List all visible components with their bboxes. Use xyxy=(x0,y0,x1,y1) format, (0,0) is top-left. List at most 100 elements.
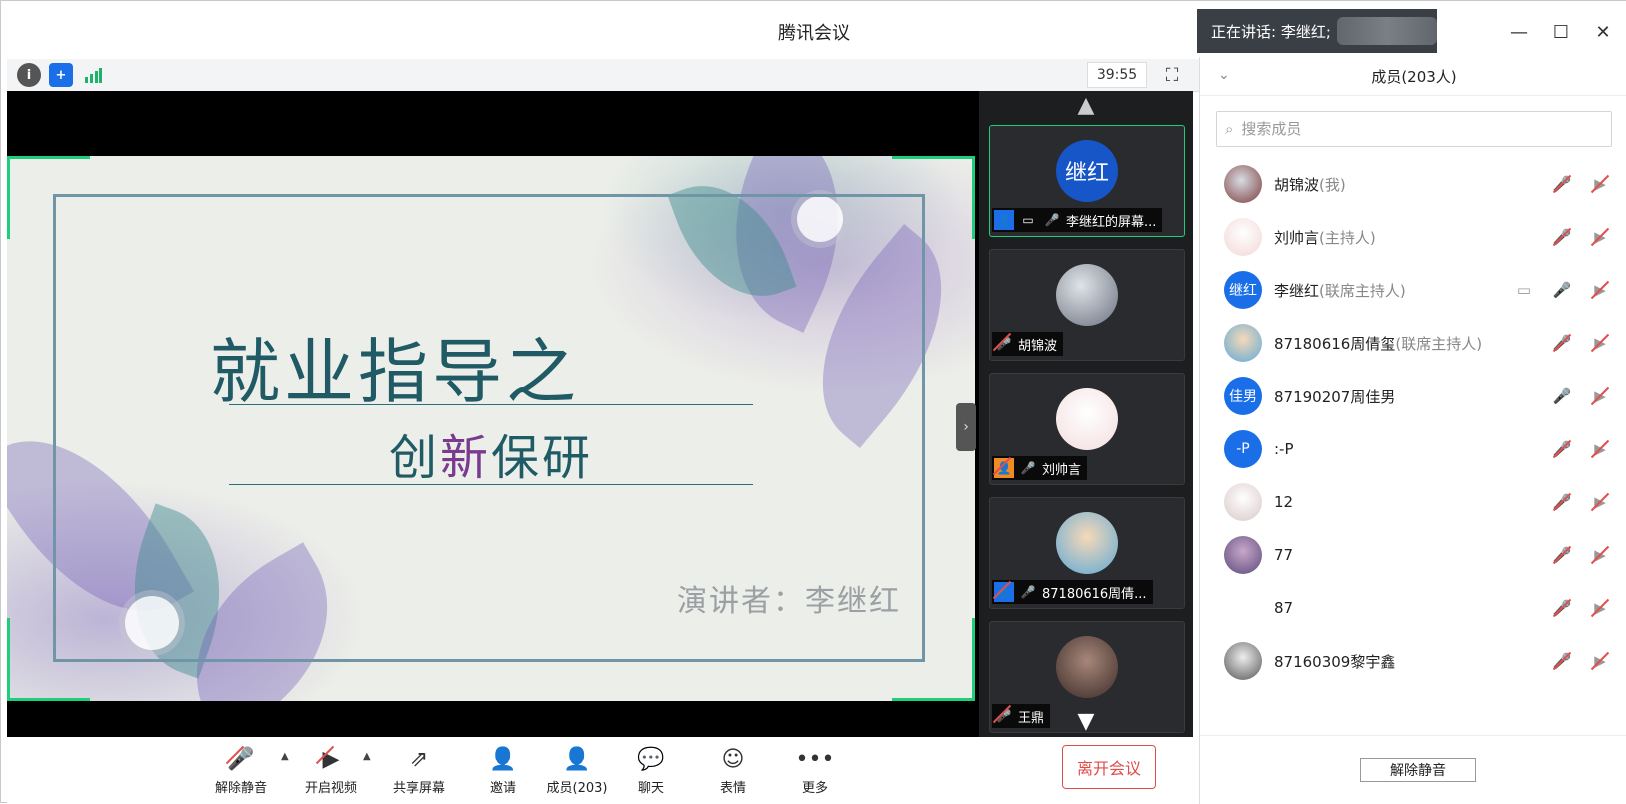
member-search[interactable]: ⌕ xyxy=(1216,111,1612,147)
gallery-down-arrow-icon[interactable]: ▼ xyxy=(979,709,1193,734)
mic-muted-icon: 🎤 xyxy=(1552,652,1572,670)
meeting-window: 腾讯会议 正在讲话: 李继红; — ☐ ✕ i + 39:55 ⛶ 就业指导之 … xyxy=(0,0,1626,804)
invite-control[interactable]: 👤 邀请 xyxy=(463,745,543,797)
invite-label: 邀请 xyxy=(489,781,516,796)
leave-meeting-button[interactable]: 离开会议 xyxy=(1062,745,1156,789)
member-row[interactable]: 12 🎤 ▶ xyxy=(1200,475,1626,529)
start-video-label: 开启视频 xyxy=(304,781,357,796)
member-row[interactable]: 87180616周倩玺(联席主持人) 🎤 ▶ xyxy=(1200,316,1626,370)
chat-label: 聊天 xyxy=(637,781,664,796)
signal-strength-icon[interactable] xyxy=(81,63,105,87)
member-row[interactable]: 佳男 87190207周佳男 🎤 ▶ xyxy=(1200,369,1626,423)
members-panel-header: ⌄ 成员(203人) xyxy=(1200,57,1626,96)
member-name-text: 李继红 xyxy=(1274,281,1320,300)
camera-off-icon: ▶ xyxy=(1590,598,1610,618)
presentation-slide: 就业指导之 创新保研 演讲者：李继红 xyxy=(7,156,975,701)
active-speaker-frame-corner xyxy=(7,156,90,239)
window-controls: — ☐ ✕ xyxy=(1503,19,1619,45)
security-shield-icon[interactable]: + xyxy=(49,63,73,87)
member-row[interactable]: 87160309黎宇鑫 🎤 ▶ xyxy=(1200,634,1626,688)
member-row[interactable]: 继红 李继红(联席主持人) ▭ 🎤 ▶ xyxy=(1200,263,1626,317)
member-avatar xyxy=(1224,324,1262,362)
more-dots-icon: ••• xyxy=(795,746,835,772)
gallery-up-arrow-icon[interactable]: ▲ xyxy=(979,93,1193,118)
mic-muted-icon: 🎤 xyxy=(1552,334,1572,352)
video-tile[interactable]: 👤 🎤 87180616周倩... xyxy=(989,497,1185,609)
start-video-control[interactable]: ▶ 开启视频 xyxy=(291,745,371,797)
speaking-indicator: 正在讲话: 李继红; xyxy=(1197,9,1437,53)
info-icon[interactable]: i xyxy=(17,63,41,87)
close-icon[interactable]: ✕ xyxy=(1587,19,1619,45)
member-row[interactable]: -P :-P 🎤 ▶ xyxy=(1200,422,1626,476)
minimize-icon[interactable]: — xyxy=(1503,19,1535,45)
maximize-icon[interactable]: ☐ xyxy=(1545,19,1577,45)
member-status-icons: 🎤 ▶ xyxy=(1552,598,1610,618)
member-status-icons: 🎤 ▶ xyxy=(1552,174,1610,194)
tile-name: 刘帅言 xyxy=(1042,462,1082,478)
member-name: 12 xyxy=(1274,493,1293,511)
member-name-text: :-P xyxy=(1274,440,1294,458)
camera-off-icon: ▶ xyxy=(315,745,347,773)
member-row[interactable]: 胡锦波(我) 🎤 ▶ xyxy=(1200,157,1626,211)
screen-share-icon: ▭ xyxy=(1516,281,1532,299)
member-name-text: 87160309黎宇鑫 xyxy=(1274,652,1396,671)
fullscreen-icon[interactable]: ⛶ xyxy=(1159,62,1185,88)
camera-off-icon: ▶ xyxy=(1590,333,1610,353)
signal-bars-icon xyxy=(85,68,102,83)
camera-off-icon: ▶ xyxy=(1590,439,1610,459)
members-label: 成员(203) xyxy=(546,781,608,796)
more-label: 更多 xyxy=(801,781,828,796)
member-avatar xyxy=(1224,642,1262,680)
video-gallery: ▲ 继红 👤 ▭ 🎤 李继红的屏幕... 🎤 胡锦波 👤 🎤 刘帅言 👤 🎤 8… xyxy=(979,91,1193,737)
collapse-chevron-icon[interactable]: ⌄ xyxy=(1218,67,1230,83)
more-control[interactable]: ••• 更多 xyxy=(775,745,855,797)
members-control[interactable]: 👤 成员(203) xyxy=(537,745,617,797)
unmute-control[interactable]: 🎤 解除静音 xyxy=(201,745,281,797)
slide-divider xyxy=(229,404,753,405)
video-tile[interactable]: 继红 👤 ▭ 🎤 李继红的屏幕... xyxy=(989,125,1185,237)
member-avatar xyxy=(1224,218,1262,256)
video-tile[interactable]: 👤 🎤 刘帅言 xyxy=(989,373,1185,485)
audio-options-caret-icon[interactable]: ▲ xyxy=(281,751,289,762)
share-screen-control[interactable]: ⇗ 共享屏幕 xyxy=(379,745,459,797)
participant-avatar xyxy=(1056,512,1118,574)
member-role: (我) xyxy=(1319,175,1346,194)
reactions-control[interactable]: ☺ 表情 xyxy=(693,745,773,797)
gallery-toggle-chevron-icon[interactable]: › xyxy=(956,403,976,451)
camera-off-icon: ▶ xyxy=(1590,174,1610,194)
member-row[interactable]: 刘帅言(主持人) 🎤 ▶ xyxy=(1200,210,1626,264)
camera-off-icon: ▶ xyxy=(1590,492,1610,512)
member-name-text: 刘帅言 xyxy=(1274,228,1320,247)
member-row[interactable]: 87 🎤 ▶ xyxy=(1200,581,1626,635)
member-name-text: 87 xyxy=(1274,599,1294,617)
mic-muted-icon: 🎤 xyxy=(225,745,257,773)
members-panel: ⌄ 成员(203人) ⌕ 胡锦波(我) 🎤▶ 刘帅言(主持人) 🎤▶ 继红 李继… xyxy=(1199,57,1626,804)
participant-avatar xyxy=(1056,264,1118,326)
cohost-badge-icon: 👤 xyxy=(994,210,1014,230)
share-screen-icon: ⇗ xyxy=(409,746,429,772)
members-list: 胡锦波(我) 🎤 ▶ 刘帅言(主持人) 🎤 ▶ 继红 李继红(联席主持人) ▭ 🎤 ▶ … xyxy=(1200,157,1626,712)
member-search-input[interactable] xyxy=(1239,119,1574,139)
meeting-toolbar: i + 39:55 ⛶ xyxy=(7,59,1199,92)
speaker-blur xyxy=(1336,17,1437,45)
participant-avatar: 继红 xyxy=(1056,140,1118,202)
mic-muted-icon: 🎤 xyxy=(1552,546,1572,564)
meeting-timer: 39:55 xyxy=(1087,62,1147,88)
share-screen-label: 共享屏幕 xyxy=(392,781,445,796)
member-name-text: 87190207周佳男 xyxy=(1274,387,1396,406)
camera-off-icon: ▶ xyxy=(1590,545,1610,565)
slide-title: 就业指导之 xyxy=(210,331,580,413)
participant-avatar xyxy=(1056,636,1118,698)
member-row[interactable]: 77 🎤 ▶ xyxy=(1200,528,1626,582)
video-options-caret-icon[interactable]: ▲ xyxy=(363,751,371,762)
video-tile[interactable]: 🎤 胡锦波 xyxy=(989,249,1185,361)
slide-subtitle: 创新保研 xyxy=(229,418,753,488)
tile-name: 胡锦波 xyxy=(1018,338,1058,354)
mic-on-icon: 🎤 xyxy=(1552,281,1572,299)
unmute-all-button[interactable]: 解除静音 xyxy=(1360,758,1476,782)
member-status-icons: 🎤 ▶ xyxy=(1552,439,1610,459)
member-avatar xyxy=(1224,589,1262,627)
chat-control[interactable]: 💬 聊天 xyxy=(611,745,691,797)
member-name: 87 xyxy=(1274,599,1293,617)
members-icon: 👤 xyxy=(563,746,591,772)
